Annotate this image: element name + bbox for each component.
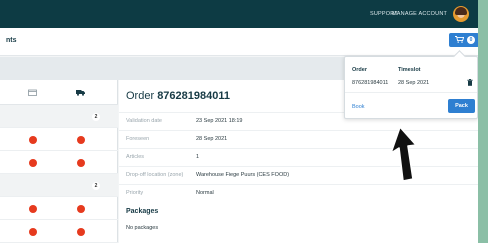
manage-account-link[interactable]: MANAGE ACCOUNT	[392, 11, 447, 17]
table-group-row[interactable]: 2	[0, 174, 118, 197]
col-header-order: Order	[352, 67, 367, 73]
status-dot	[29, 228, 37, 236]
cart-icon	[455, 36, 464, 43]
detail-value: 1	[196, 154, 200, 160]
detail-label: Articles	[126, 154, 145, 160]
table-row[interactable]	[0, 197, 118, 220]
detail-value: Warehouse Fiege Puurs (CES FOOD)	[196, 172, 290, 178]
table-group-row[interactable]: 2	[0, 105, 118, 128]
packages-empty-text: No packages	[126, 225, 159, 231]
page-title: nts	[6, 37, 17, 44]
app-window: SUPPORT MANAGE ACCOUNT nts 0 2 2 Order 8…	[0, 0, 478, 243]
status-dot	[77, 205, 85, 213]
cart-order-number: 876281984011	[352, 80, 389, 86]
status-dot	[29, 136, 37, 144]
table-row[interactable]	[0, 220, 118, 243]
table-row[interactable]	[0, 128, 118, 151]
truck-icon[interactable]	[76, 89, 85, 96]
page-header: nts	[0, 28, 478, 56]
cart-timeslot: 28 Sep 2021	[398, 80, 430, 86]
book-link[interactable]: Book	[352, 104, 365, 110]
orders-table: 2 2	[0, 80, 118, 243]
status-dot	[77, 228, 85, 236]
table-row[interactable]	[0, 151, 118, 174]
count-badge: 2	[92, 182, 100, 190]
status-dot	[29, 205, 37, 213]
pointer-arrow-icon	[390, 126, 417, 182]
top-bar: SUPPORT MANAGE ACCOUNT	[0, 0, 478, 28]
pack-button[interactable]: Pack	[448, 99, 475, 113]
status-dot	[29, 159, 37, 167]
detail-row-priority: Priority Normal	[119, 184, 478, 202]
detail-value: 23 Sep 2021 18:19	[196, 118, 243, 124]
divider	[345, 92, 477, 93]
detail-value: Normal	[196, 190, 214, 196]
detail-label: Priority	[126, 190, 144, 196]
detail-value: 28 Sep 2021	[196, 136, 228, 142]
avatar[interactable]	[453, 6, 469, 22]
detail-label: Drop-off location (zone)	[126, 172, 184, 178]
order-title: Order 876281984011	[126, 90, 230, 102]
cart-button[interactable]: 0	[449, 33, 478, 47]
trash-icon[interactable]	[467, 79, 473, 86]
detail-label: Validation date	[126, 118, 162, 124]
col-header-timeslot: Timeslot	[398, 67, 421, 73]
calendar-icon[interactable]	[28, 89, 37, 96]
detail-label: Foreseen	[126, 136, 150, 142]
count-badge: 2	[92, 113, 100, 121]
status-dot	[77, 159, 85, 167]
cart-popover: Order Timeslot 876281984011 28 Sep 2021 …	[344, 56, 478, 119]
order-title-prefix: Order	[126, 90, 158, 102]
packages-title: Packages	[126, 208, 159, 215]
status-dot	[77, 136, 85, 144]
cart-count-badge: 0	[467, 36, 475, 44]
order-number: 876281984011	[157, 90, 230, 102]
table-header	[0, 80, 118, 105]
